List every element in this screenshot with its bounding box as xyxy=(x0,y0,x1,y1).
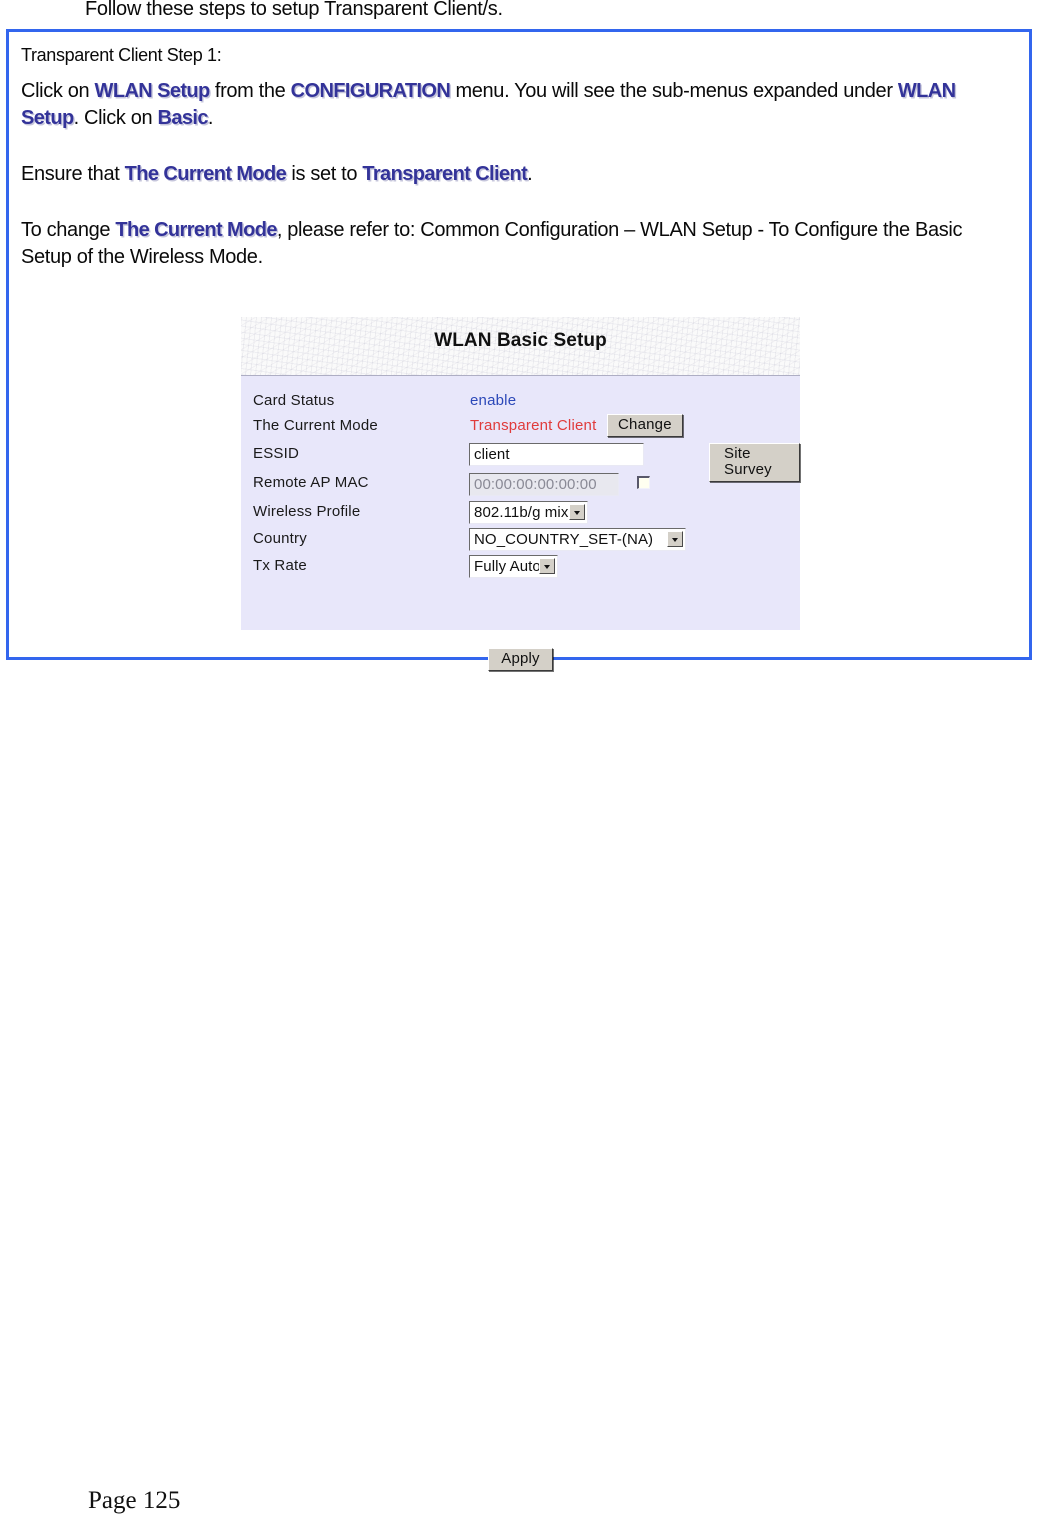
row-country: Country NO_COUNTRY_SET-(NA) xyxy=(241,528,800,558)
para2-seg1: Ensure that xyxy=(21,163,125,185)
row-card-status: Card Status enable xyxy=(241,392,800,420)
country-select[interactable]: NO_COUNTRY_SET-(NA) xyxy=(469,528,686,551)
label-country: Country xyxy=(253,530,307,547)
remote-ap-mac-input[interactable]: 00:00:00:00:00:00 xyxy=(469,473,619,496)
row-essid: ESSID client Site Survey xyxy=(241,443,800,482)
chevron-down-icon[interactable] xyxy=(539,558,555,574)
step-heading: Transparent Client Step 1: xyxy=(21,45,222,65)
remote-ap-mac-checkbox[interactable] xyxy=(637,476,650,489)
para1-term-basic: Basic xyxy=(157,107,209,129)
essid-input[interactable]: client xyxy=(469,443,644,466)
value-current-mode: Transparent Client xyxy=(470,417,597,434)
label-current-mode: The Current Mode xyxy=(253,417,378,434)
row-wireless-profile: Wireless Profile 802.11b/g mixed xyxy=(241,501,800,531)
paragraph-spacer-2 xyxy=(21,188,1015,217)
para3-term-current-mode: The Current Mode xyxy=(115,219,277,241)
country-value: NO_COUNTRY_SET-(NA) xyxy=(474,531,654,548)
label-card-status: Card Status xyxy=(253,392,335,409)
tx-rate-value: Fully Auto xyxy=(474,558,541,575)
paragraph-spacer-1 xyxy=(21,132,1015,161)
panel-title: WLAN Basic Setup xyxy=(434,330,607,351)
value-card-status: enable xyxy=(470,392,517,409)
para3-seg1: To change xyxy=(21,219,116,241)
para2-seg3: . xyxy=(527,163,533,185)
intro-text: Follow these steps to setup Transparent … xyxy=(85,0,503,20)
para1-seg2: from the xyxy=(209,80,291,102)
chevron-down-icon[interactable] xyxy=(569,504,585,520)
change-button[interactable]: Change xyxy=(607,414,683,437)
para1-term-wlan-setup: WLAN Setup xyxy=(94,80,211,102)
para1-seg3: menu. You will see the sub-menus expande… xyxy=(450,80,898,102)
row-tx-rate: Tx Rate Fully Auto xyxy=(241,555,800,585)
para1-seg1: Click on xyxy=(21,80,95,102)
label-essid: ESSID xyxy=(253,445,300,462)
page-number: Page 125 xyxy=(88,1487,181,1514)
tx-rate-select[interactable]: Fully Auto xyxy=(469,555,558,578)
row-current-mode: The Current Mode Transparent Client Chan… xyxy=(241,414,800,445)
panel-header: WLAN Basic Setup xyxy=(241,317,800,376)
apply-row: Apply xyxy=(241,648,800,671)
para1-seg4: . Click on xyxy=(73,107,158,129)
step-paragraph-1: Click on WLAN Setup from the CONFIGURATI… xyxy=(21,78,1015,132)
embedded-router-screenshot: WLAN Basic Setup Card Status enable The … xyxy=(241,317,800,671)
label-wireless-profile: Wireless Profile xyxy=(253,503,361,520)
chevron-down-icon[interactable] xyxy=(667,531,683,547)
para2-seg2: is set to xyxy=(286,163,363,185)
row-remote-ap-mac: Remote AP MAC 00:00:00:00:00:00 xyxy=(241,473,800,502)
para1-term-configuration: CONFIGURATION xyxy=(290,80,451,102)
step-paragraph-2: Ensure that The Current Mode is set to T… xyxy=(21,161,1015,188)
step-paragraph-3: To change The Current Mode, please refer… xyxy=(21,217,1015,271)
para2-term-current-mode: The Current Mode xyxy=(124,163,287,185)
label-tx-rate: Tx Rate xyxy=(253,557,307,574)
wireless-profile-select[interactable]: 802.11b/g mixed xyxy=(469,501,588,524)
para1-seg5: . xyxy=(207,107,214,129)
apply-button[interactable]: Apply xyxy=(488,648,553,671)
para2-term-transparent-client: Transparent Client xyxy=(362,163,528,185)
label-remote-ap-mac: Remote AP MAC xyxy=(253,474,369,491)
panel-body: Card Status enable The Current Mode Tran… xyxy=(241,376,800,671)
